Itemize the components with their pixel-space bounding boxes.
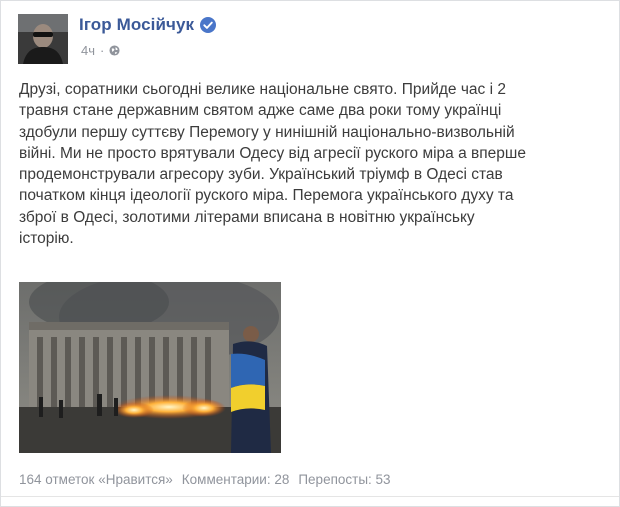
post-meta: 4ч · xyxy=(81,43,120,58)
facebook-post: Ігор Мосійчук 4ч · Друзі, соратники сьог… xyxy=(0,0,620,507)
engagement-stats: 164 отметок «Нравится» Комментарии: 28 П… xyxy=(19,472,391,487)
post-photo[interactable] xyxy=(19,282,281,453)
comments-count-link[interactable]: Комментарии: 28 xyxy=(182,472,290,487)
author-row: Ігор Мосійчук xyxy=(79,15,217,35)
meta-separator: · xyxy=(100,43,105,58)
likes-count-link[interactable]: 164 отметок «Нравится» xyxy=(19,472,173,487)
post-timestamp[interactable]: 4ч xyxy=(81,43,95,58)
verified-badge-icon xyxy=(200,17,217,33)
author-avatar[interactable] xyxy=(18,14,68,64)
footer-divider xyxy=(1,496,619,497)
shares-count-link[interactable]: Перепосты: 53 xyxy=(298,472,390,487)
globe-icon[interactable] xyxy=(109,45,120,56)
post-text: Друзі, соратники сьогодні велике націона… xyxy=(19,81,526,248)
author-name[interactable]: Ігор Мосійчук xyxy=(79,15,194,35)
